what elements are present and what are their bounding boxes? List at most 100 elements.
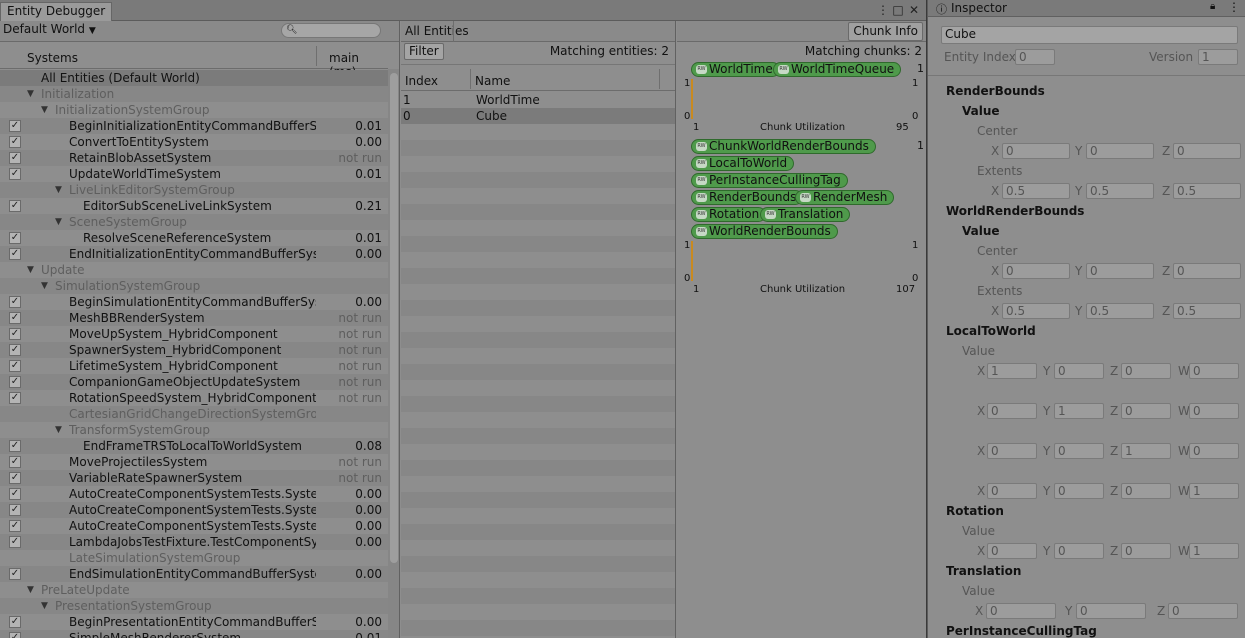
vector-w-field[interactable]: 0 bbox=[1189, 363, 1239, 379]
vector-y-field[interactable]: 0 bbox=[1054, 363, 1104, 379]
system-enabled-checkbox[interactable]: ✓ bbox=[9, 632, 21, 638]
system-row[interactable]: ✓ CompanionGameObjectUpdateSystem not run bbox=[0, 374, 388, 390]
system-row[interactable]: ▼ SimulationSystemGroup bbox=[0, 278, 388, 294]
filter-button[interactable]: Filter bbox=[404, 43, 444, 60]
entity-row[interactable]: 0 Cube bbox=[401, 108, 675, 124]
vector-y-field[interactable]: 1 bbox=[1054, 403, 1104, 419]
system-row[interactable]: ▼ PresentationSystemGroup bbox=[0, 598, 388, 614]
vector-y-field[interactable]: 0.5 bbox=[1086, 303, 1154, 319]
system-enabled-checkbox[interactable]: ✓ bbox=[9, 232, 21, 244]
vector-y-field[interactable]: 0 bbox=[1086, 143, 1154, 159]
system-row[interactable]: ✓ EndSimulationEntityCommandBufferSystem 0… bbox=[0, 566, 388, 582]
chunk-info-button[interactable]: Chunk Info bbox=[848, 22, 923, 41]
expand-arrow-icon[interactable]: ▼ bbox=[41, 598, 48, 614]
column-divider[interactable] bbox=[470, 69, 471, 89]
name-header[interactable]: Name bbox=[475, 74, 510, 88]
vector-y-field[interactable]: 0 bbox=[1054, 483, 1104, 499]
tab-entity-debugger[interactable]: Entity Debugger bbox=[0, 2, 113, 22]
component-chip[interactable]: RW ChunkWorldRenderBounds bbox=[691, 139, 876, 154]
system-row[interactable]: ✓ BeginInitializationEntityCommandBufferS… bbox=[0, 118, 388, 134]
system-enabled-checkbox[interactable]: ✓ bbox=[9, 296, 21, 308]
column-divider[interactable] bbox=[659, 69, 660, 89]
more-options-icon[interactable]: ⋮ bbox=[1228, 0, 1240, 14]
expand-arrow-icon[interactable]: ▼ bbox=[55, 214, 62, 230]
system-enabled-checkbox[interactable]: ✓ bbox=[9, 568, 21, 580]
systems-search-input[interactable]: 🔍︎ bbox=[281, 23, 381, 38]
system-row[interactable]: ✓ SpawnerSystem_HybridComponent not run bbox=[0, 342, 388, 358]
vector-x-field[interactable]: 0 bbox=[1002, 143, 1070, 159]
entity-index-field[interactable]: 0 bbox=[1015, 49, 1055, 65]
system-enabled-checkbox[interactable]: ✓ bbox=[9, 520, 21, 532]
component-chip[interactable]: RW LocalToWorld bbox=[691, 156, 795, 171]
system-row[interactable]: ✓ SimpleMeshRendererSystem 0.01 bbox=[0, 630, 388, 638]
world-dropdown[interactable]: Default World ▼ bbox=[3, 22, 96, 36]
system-enabled-checkbox[interactable]: ✓ bbox=[9, 136, 21, 148]
vector-z-field[interactable]: 0 bbox=[1173, 143, 1241, 159]
system-row[interactable]: ▼ InitializationSystemGroup bbox=[0, 102, 388, 118]
system-enabled-checkbox[interactable]: ✓ bbox=[9, 616, 21, 628]
tab-all-entities[interactable]: All Entities bbox=[405, 24, 469, 38]
vector-x-field[interactable]: 0 bbox=[987, 543, 1037, 559]
system-row[interactable]: ▼ Update bbox=[0, 262, 388, 278]
system-row[interactable]: ✓ VariableRateSpawnerSystem not run bbox=[0, 470, 388, 486]
system-row[interactable]: ▼ PreLateUpdate bbox=[0, 582, 388, 598]
vector-z-field[interactable]: 0.5 bbox=[1173, 303, 1241, 319]
vector-w-field[interactable]: 0 bbox=[1189, 403, 1239, 419]
component-chip[interactable]: RW RenderMesh bbox=[795, 190, 895, 205]
system-enabled-checkbox[interactable]: ✓ bbox=[9, 376, 21, 388]
system-row[interactable]: ✓ MeshBBRenderSystem not run bbox=[0, 310, 388, 326]
vector-x-field[interactable]: 0.5 bbox=[1002, 183, 1070, 199]
system-enabled-checkbox[interactable]: ✓ bbox=[9, 312, 21, 324]
system-row[interactable]: ▼ SceneSystemGroup bbox=[0, 214, 388, 230]
system-enabled-checkbox[interactable]: ✓ bbox=[9, 328, 21, 340]
expand-arrow-icon[interactable]: ▼ bbox=[55, 182, 62, 198]
system-row[interactable]: ✓ EndFrameTRSToLocalToWorldSystem 0.08 bbox=[0, 438, 388, 454]
tab-inspector[interactable]: Inspector bbox=[951, 1, 1007, 15]
entity-name-field[interactable]: Cube bbox=[941, 26, 1238, 44]
system-enabled-checkbox[interactable]: ✓ bbox=[9, 440, 21, 452]
component-chip[interactable]: RW PerInstanceCullingTag bbox=[691, 173, 848, 188]
system-row[interactable]: ✓ EndInitializationEntityCommandBufferSys… bbox=[0, 246, 388, 262]
vector-w-field[interactable]: 0 bbox=[1189, 443, 1239, 459]
system-enabled-checkbox[interactable]: ✓ bbox=[9, 456, 21, 468]
vector-y-field[interactable]: 0 bbox=[1076, 603, 1146, 619]
vector-z-field[interactable]: 1 bbox=[1121, 443, 1171, 459]
system-enabled-checkbox[interactable]: ✓ bbox=[9, 168, 21, 180]
version-field[interactable]: 1 bbox=[1198, 49, 1238, 65]
system-enabled-checkbox[interactable]: ✓ bbox=[9, 392, 21, 404]
system-row[interactable]: ✓ BeginPresentationEntityCommandBufferSys… bbox=[0, 614, 388, 630]
system-enabled-checkbox[interactable]: ✓ bbox=[9, 360, 21, 372]
component-chip[interactable]: RW WorldTimeQueue bbox=[773, 62, 902, 77]
system-enabled-checkbox[interactable]: ✓ bbox=[9, 536, 21, 548]
expand-arrow-icon[interactable]: ▼ bbox=[55, 422, 62, 438]
system-enabled-checkbox[interactable]: ✓ bbox=[9, 152, 21, 164]
system-row[interactable]: ✓ BeginSimulationEntityCommandBufferSyste… bbox=[0, 294, 388, 310]
vector-z-field[interactable]: 0 bbox=[1121, 403, 1171, 419]
vector-x-field[interactable]: 0 bbox=[986, 603, 1056, 619]
expand-arrow-icon[interactable]: ▼ bbox=[27, 262, 34, 278]
system-row[interactable]: ▼ Initialization bbox=[0, 86, 388, 102]
system-row[interactable]: ▼ LiveLinkEditorSystemGroup bbox=[0, 182, 388, 198]
vector-x-field[interactable]: 0 bbox=[987, 483, 1037, 499]
expand-arrow-icon[interactable]: ▼ bbox=[27, 86, 34, 102]
component-chip[interactable]: RW Rotation bbox=[691, 207, 767, 222]
systems-header[interactable]: Systems bbox=[27, 51, 78, 65]
system-row[interactable]: ✓ EditorSubSceneLiveLinkSystem 0.21 bbox=[0, 198, 388, 214]
system-row[interactable]: ✓ MoveProjectilesSystem not run bbox=[0, 454, 388, 470]
system-row[interactable]: ✓ ConvertToEntitySystem 0.00 bbox=[0, 134, 388, 150]
vector-y-field[interactable]: 0.5 bbox=[1086, 183, 1154, 199]
vector-z-field[interactable]: 0 bbox=[1168, 603, 1238, 619]
system-enabled-checkbox[interactable]: ✓ bbox=[9, 488, 21, 500]
system-enabled-checkbox[interactable]: ✓ bbox=[9, 504, 21, 516]
system-row[interactable]: ✓ UpdateWorldTimeSystem 0.01 bbox=[0, 166, 388, 182]
vector-z-field[interactable]: 0 bbox=[1173, 263, 1241, 279]
system-row[interactable]: ✓ AutoCreateComponentSystemTests.System 0.… bbox=[0, 502, 388, 518]
system-row[interactable]: ✓ RotationSpeedSystem_HybridComponent not … bbox=[0, 390, 388, 406]
system-row[interactable]: ✓ AutoCreateComponentSystemTests.System 0.… bbox=[0, 486, 388, 502]
system-enabled-checkbox[interactable]: ✓ bbox=[9, 248, 21, 260]
expand-arrow-icon[interactable]: ▼ bbox=[27, 582, 34, 598]
system-row[interactable]: ✓ RetainBlobAssetSystem not run bbox=[0, 150, 388, 166]
system-row[interactable]: ✓ LifetimeSystem_HybridComponent not run bbox=[0, 358, 388, 374]
vector-w-field[interactable]: 1 bbox=[1189, 483, 1239, 499]
system-enabled-checkbox[interactable]: ✓ bbox=[9, 200, 21, 212]
